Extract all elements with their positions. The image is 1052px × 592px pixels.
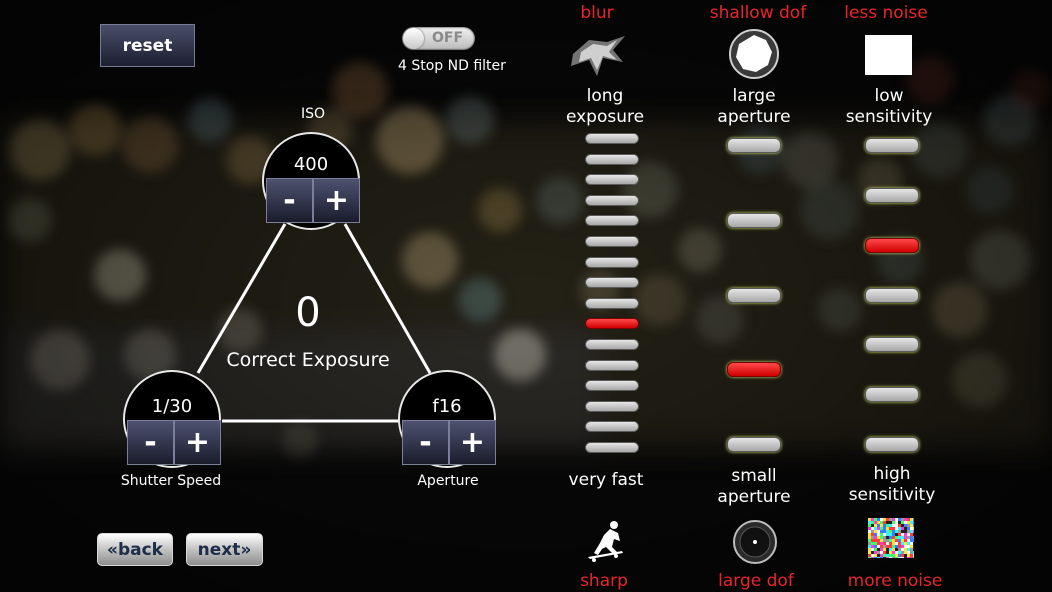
back-button[interactable]: «back [97,533,173,566]
level-pill[interactable] [865,387,919,402]
iso-top-effect: less noise [844,3,928,23]
aperture-top-label: large aperture [717,86,791,127]
level-pill[interactable] [585,401,639,412]
aperture-dial: f16 - + [398,370,496,468]
level-pill[interactable] [585,380,639,391]
aperture-plus-button[interactable]: + [449,420,496,465]
level-pill[interactable] [727,213,781,228]
next-button[interactable]: next» [186,533,263,566]
aperture-bottom-label: small aperture [717,466,791,507]
shutter-level-scale[interactable] [585,133,639,453]
level-pill[interactable] [585,339,639,350]
level-pill[interactable] [865,138,919,153]
iso-top-label: low sensitivity [845,86,933,127]
iso-value: 400 [293,154,329,175]
skateboarder-icon [584,519,628,563]
level-pill[interactable] [727,362,781,377]
shutter-plus-button[interactable]: + [174,420,221,465]
ev-value: 0 [295,290,321,336]
level-pill[interactable] [585,174,639,185]
iso-plus-button[interactable]: + [313,178,360,223]
level-pill[interactable] [585,277,639,288]
level-pill[interactable] [865,288,919,303]
level-pill[interactable] [865,238,919,253]
open-aperture-icon [728,28,780,80]
ev-label: Correct Exposure [226,349,390,371]
aperture-top-effect: shallow dof [709,3,807,23]
aperture-level-scale[interactable] [727,138,781,452]
clean-square-icon [865,35,912,75]
shutter-value: 1/30 [151,396,193,417]
iso-title: ISO [300,106,326,122]
level-pill[interactable] [585,133,639,144]
level-pill[interactable] [865,437,919,452]
level-pill[interactable] [585,360,639,371]
iso-level-scale[interactable] [865,138,919,452]
level-pill[interactable] [585,236,639,247]
aperture-title: Aperture [417,473,479,489]
shutter-minus-button[interactable]: - [127,420,174,465]
level-pill[interactable] [585,298,639,309]
shutter-title: Shutter Speed [120,473,222,489]
level-pill[interactable] [585,215,639,226]
level-pill[interactable] [865,188,919,203]
shutter-bottom-label: very fast [568,470,644,490]
aperture-value: f16 [432,396,462,417]
level-pill[interactable] [585,195,639,206]
level-pill[interactable] [585,421,639,432]
level-pill[interactable] [585,154,639,165]
iso-dial: 400 - + [262,132,360,230]
aperture-bottom-effect: large dof [718,571,794,591]
level-pill[interactable] [727,288,781,303]
level-pill[interactable] [585,442,639,453]
iso-bottom-effect: more noise [847,571,943,591]
shutter-bottom-effect: sharp [580,571,628,591]
aperture-minus-button[interactable]: - [402,420,449,465]
motion-blur-icon [567,32,629,80]
shutter-dial: 1/30 - + [123,370,221,468]
level-pill[interactable] [727,437,781,452]
iso-minus-button[interactable]: - [266,178,313,223]
noise-square-icon [868,518,916,560]
level-pill[interactable] [585,257,639,268]
iso-bottom-label: high sensitivity [848,464,936,505]
level-pill[interactable] [585,318,639,329]
level-pill[interactable] [865,337,919,352]
shutter-top-label: long exposure [565,86,645,127]
level-pill[interactable] [727,138,781,153]
shutter-top-effect: blur [580,3,614,23]
closed-aperture-icon [732,519,778,565]
